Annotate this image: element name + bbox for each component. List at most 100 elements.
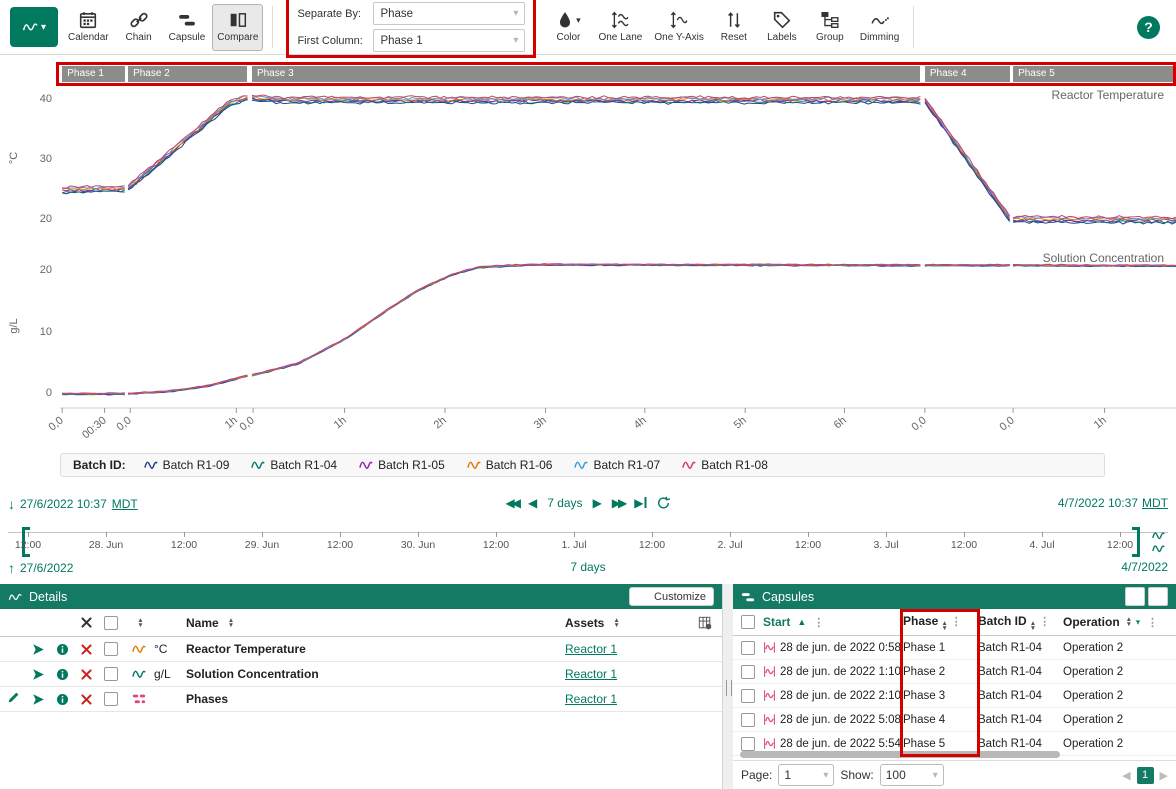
trend-plot[interactable]: [60, 85, 1176, 417]
asset-link[interactable]: Reactor 1: [565, 642, 617, 656]
sort-icon[interactable]: ▲▼: [613, 618, 619, 628]
sort-icon[interactable]: ▲▼: [1126, 617, 1132, 627]
column-options-icon[interactable]: [698, 616, 712, 630]
column-menu-icon[interactable]: ⋮: [1147, 616, 1158, 629]
edit-icon[interactable]: [7, 691, 20, 704]
capsule-row[interactable]: 28 de jun. de 2022 0:58Phase 1Batch R1-0…: [733, 636, 1176, 660]
legend-item[interactable]: Batch R1-09: [144, 458, 230, 472]
capsules-column-operation[interactable]: Operation: [1063, 615, 1120, 629]
refresh-icon[interactable]: [657, 496, 671, 510]
investigate-range-up-icon[interactable]: ↑: [8, 560, 15, 576]
details-column-name[interactable]: Name: [186, 616, 219, 630]
pan-forward-full-icon[interactable]: ▶▶: [612, 496, 624, 510]
legend-item[interactable]: Batch R1-04: [251, 458, 337, 472]
details-row[interactable]: g/LSolution ConcentrationReactor 1: [0, 662, 722, 687]
zoom-out-button[interactable]: [1148, 587, 1168, 606]
capsules-column-phase[interactable]: Phase: [903, 614, 938, 628]
send-icon[interactable]: [32, 643, 45, 656]
select-all-capsules-checkbox[interactable]: [741, 615, 755, 629]
send-icon[interactable]: [32, 693, 45, 706]
column-menu-icon[interactable]: ⋮: [813, 616, 824, 629]
capsule-checkbox[interactable]: [741, 737, 755, 751]
send-icon[interactable]: [32, 668, 45, 681]
capsules-column-start[interactable]: Start: [763, 615, 790, 629]
remove-icon[interactable]: [80, 693, 93, 706]
duration-label[interactable]: 7 days: [547, 496, 582, 510]
capsules-column-batch[interactable]: Batch ID: [978, 614, 1027, 628]
sort-icon[interactable]: ▲▼: [1030, 621, 1036, 631]
sort-icon[interactable]: ▲▼: [941, 621, 947, 631]
pan-forward-half-icon[interactable]: ▶: [593, 496, 602, 510]
row-checkbox[interactable]: [104, 642, 118, 656]
show-select[interactable]: 100▾: [880, 764, 944, 786]
pan-back-full-icon[interactable]: ◀◀: [506, 496, 518, 510]
sort-ascending-icon[interactable]: ▲: [797, 617, 806, 627]
row-checkbox[interactable]: [104, 667, 118, 681]
capsule-checkbox[interactable]: [741, 665, 755, 679]
separate-by-select[interactable]: Phase▾: [373, 2, 525, 25]
details-row[interactable]: PhasesReactor 1: [0, 687, 722, 712]
remove-icon[interactable]: [80, 668, 93, 681]
toolbar-button-dimming[interactable]: Dimming: [855, 4, 904, 51]
toolbar-button-labels[interactable]: Labels: [759, 4, 805, 51]
sort-icon[interactable]: ▲▼: [137, 618, 143, 628]
page-select[interactable]: 1▾: [778, 764, 834, 786]
zoom-to-capsule-button[interactable]: [1125, 587, 1145, 606]
remove-all-icon[interactable]: [80, 616, 93, 629]
capsule-checkbox[interactable]: [741, 713, 755, 727]
capsule-row[interactable]: 28 de jun. de 2022 5:08Phase 4Batch R1-0…: [733, 708, 1176, 732]
toolbar-button-reset[interactable]: Reset: [711, 4, 757, 51]
info-icon[interactable]: [56, 643, 69, 656]
phase-header-bar[interactable]: Phase 5: [1013, 66, 1176, 82]
sort-icon[interactable]: ▲▼: [228, 618, 234, 628]
phase-header-bar[interactable]: Phase 2: [128, 66, 247, 82]
capsules-hscroll-thumb[interactable]: [740, 751, 1060, 758]
help-button[interactable]: ?: [1137, 16, 1160, 39]
timezone-link[interactable]: MDT: [112, 497, 138, 511]
asset-link[interactable]: Reactor 1: [565, 692, 617, 706]
remove-icon[interactable]: [80, 643, 93, 656]
info-icon[interactable]: [56, 693, 69, 706]
toolbar-button-one-lane[interactable]: One Lane: [593, 4, 647, 51]
column-menu-icon[interactable]: ⋮: [1039, 616, 1050, 628]
first-column-select[interactable]: Phase 1▾: [373, 29, 525, 52]
legend-item[interactable]: Batch R1-08: [682, 458, 768, 472]
toolbar-button-compare[interactable]: Compare: [212, 4, 263, 51]
row-checkbox[interactable]: [104, 692, 118, 706]
timeline-end-handle[interactable]: [1132, 527, 1140, 557]
filter-icon[interactable]: [1135, 616, 1141, 629]
y-axis-tick-label: 30: [18, 153, 52, 165]
toolbar-button-group[interactable]: Group: [807, 4, 853, 51]
details-row[interactable]: °CReactor TemperatureReactor 1: [0, 637, 722, 662]
details-column-assets[interactable]: Assets: [565, 616, 604, 630]
legend-item[interactable]: Batch R1-07: [574, 458, 660, 472]
capsule-row[interactable]: 28 de jun. de 2022 2:10Phase 3Batch R1-0…: [733, 684, 1176, 708]
pan-back-half-icon[interactable]: ◀: [528, 496, 537, 510]
legend-item[interactable]: Batch R1-05: [359, 458, 445, 472]
select-all-checkbox[interactable]: [104, 616, 118, 630]
toolbar-button-chain[interactable]: Chain: [116, 4, 162, 51]
timezone-link[interactable]: MDT: [1142, 496, 1168, 510]
capsule-row[interactable]: 28 de jun. de 2022 1:10Phase 2Batch R1-0…: [733, 660, 1176, 684]
phase-header-bar[interactable]: Phase 3: [252, 66, 920, 82]
pan-to-now-icon[interactable]: ▶: [634, 496, 646, 510]
phase-header-bar[interactable]: Phase 4: [925, 66, 1010, 82]
info-icon[interactable]: [56, 668, 69, 681]
column-menu-icon[interactable]: ⋮: [951, 616, 962, 628]
toolbar-button-one-y-axis[interactable]: One Y-Axis: [649, 4, 708, 51]
capsule-checkbox[interactable]: [741, 641, 755, 655]
asset-link[interactable]: Reactor 1: [565, 667, 617, 681]
page-number-button[interactable]: 1: [1137, 767, 1154, 784]
capsule-lane-toggle-icon[interactable]: [1146, 529, 1170, 555]
legend-item[interactable]: Batch R1-06: [467, 458, 553, 472]
workbench-logo-button[interactable]: ▾: [10, 7, 58, 47]
prev-page-icon[interactable]: ◀: [1122, 769, 1130, 782]
toolbar-button-color[interactable]: ▾Color: [545, 4, 591, 51]
toolbar-button-capsule[interactable]: Capsule: [164, 4, 211, 51]
next-page-icon[interactable]: ▶: [1160, 769, 1168, 782]
toolbar-button-calendar[interactable]: Calendar: [63, 4, 114, 51]
capsule-checkbox[interactable]: [741, 689, 755, 703]
phase-header-bar[interactable]: Phase 1: [62, 66, 124, 82]
customize-button[interactable]: Customize: [629, 587, 714, 606]
investigate-range-down-icon[interactable]: ↓: [8, 496, 15, 512]
